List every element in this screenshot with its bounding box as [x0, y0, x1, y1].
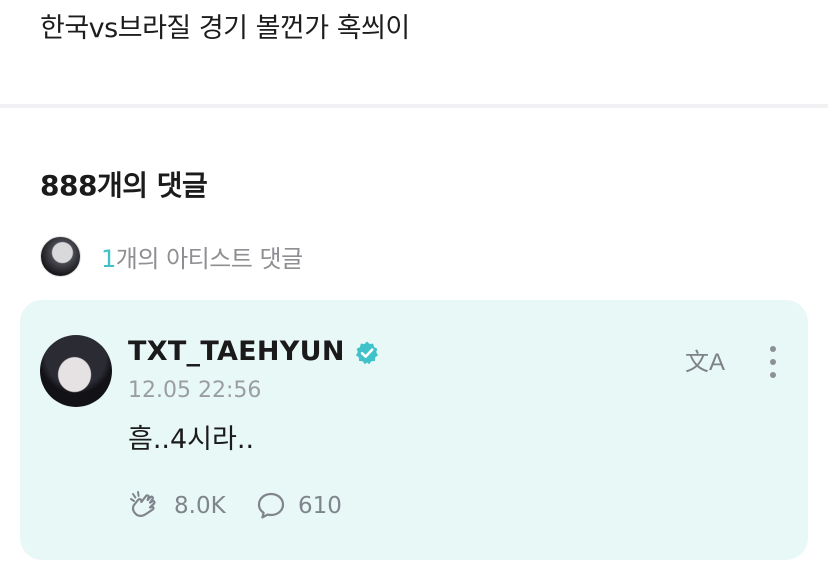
more-options-button[interactable]	[758, 344, 788, 380]
artist-comment-card: TXT_TAEHYUN 12.05 22:56 흠..4시라.. 文A 8.0K…	[20, 300, 808, 560]
section-divider	[0, 104, 828, 108]
comment-timestamp: 12.05 22:56	[128, 378, 262, 403]
like-count: 8.0K	[174, 493, 226, 519]
like-button[interactable]: 8.0K	[128, 488, 226, 524]
artist-comments-number: 1	[101, 244, 116, 273]
comment-text: 흠..4시라..	[128, 424, 255, 455]
comment-count-heading: 888개의 댓글	[40, 169, 208, 202]
translate-icon: 文A	[684, 349, 725, 376]
reply-count: 610	[298, 493, 342, 519]
more-dot-icon	[770, 359, 776, 365]
artist-comments-suffix: 개의 아티스트 댓글	[115, 244, 303, 273]
more-dot-icon	[770, 346, 776, 352]
more-dot-icon	[770, 372, 776, 378]
commenter-avatar[interactable]	[40, 335, 112, 407]
artist-avatar	[40, 235, 81, 277]
artist-comments-filter[interactable]: 1개의 아티스트 댓글	[40, 235, 303, 277]
commenter-username[interactable]: TXT_TAEHYUN	[128, 334, 345, 370]
artist-comments-label: 1개의 아티스트 댓글	[101, 239, 303, 274]
cheer-hand-icon	[130, 491, 156, 518]
verified-badge-icon	[356, 341, 378, 365]
speech-bubble-icon	[257, 492, 285, 519]
post-text: 한국vs브라질 경기 볼껀가 혹씌이	[40, 13, 410, 44]
reply-button[interactable]: 610	[256, 488, 342, 524]
translate-button[interactable]: 文A	[683, 342, 727, 376]
